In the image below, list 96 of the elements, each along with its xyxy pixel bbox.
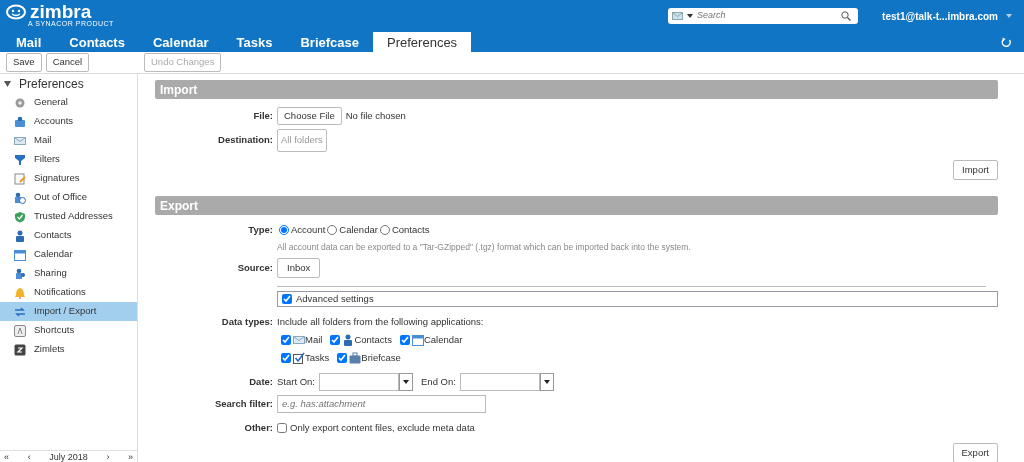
sidebar-item[interactable]: Zimlets [0,340,137,359]
bell-icon [14,286,26,299]
folder-picker-button[interactable]: Inbox [277,257,321,278]
sidebar-item[interactable]: Mail [0,131,137,150]
radio-button[interactable] [279,224,289,235]
sidebar-item[interactable]: Accounts [0,112,137,131]
previous-year-button[interactable]: « [4,451,9,462]
logo-text: zimbra [30,2,92,22]
field-label: Search filter: [213,396,274,411]
field-label: End On: [421,374,456,389]
radio-label[interactable]: Contacts [391,222,430,237]
sidebar-item[interactable]: Contacts [0,226,137,245]
sidebar-item[interactable]: Out of Office [0,188,137,207]
save-button[interactable]: Save [6,53,42,72]
search-bar[interactable]: Search [668,8,859,24]
checkbox[interactable] [281,352,291,363]
shield-icon [14,210,26,223]
logo-icon [6,3,26,20]
caret-icon[interactable] [687,14,694,18]
checkbox-label[interactable]: Only export content files, exclude meta data [290,420,475,435]
caret-icon[interactable] [403,379,409,384]
nav-tab[interactable]: Tasks [222,32,287,52]
field-label: Type: [247,222,274,237]
search-icon[interactable] [841,11,852,21]
tree-title[interactable]: Preferences [19,74,84,93]
filter-icon [14,153,26,166]
checkbox[interactable] [337,352,348,363]
nav-tab[interactable]: Contacts [55,32,139,52]
calendar-icon [411,334,424,347]
import-button[interactable]: Import [953,159,998,180]
sidebar-item[interactable]: Calendar [0,245,137,264]
nav-tab[interactable]: Calendar [138,32,223,52]
checkbox-label[interactable]: Calendar [423,333,463,348]
sidebar-item[interactable]: Notifications [0,283,137,302]
zimlet-icon [14,343,26,356]
choose-file-button[interactable]: Choose File [277,107,342,126]
checkbox[interactable] [277,422,287,433]
field-label: File: [252,109,274,123]
section-header: Export [155,195,998,215]
export-button[interactable]: Export [952,443,998,462]
user-menu[interactable]: test1@talk-t...imbra.com [882,8,998,24]
radio-button[interactable] [327,224,338,235]
refresh-icon[interactable] [1001,37,1012,48]
checkbox-label[interactable]: Briefcase [361,350,401,365]
envelope-icon [293,334,305,347]
next-month-button[interactable]: › [106,451,110,462]
checkbox-label[interactable]: Advanced settings [296,291,374,307]
field-label: Source: [236,260,274,275]
radio-button[interactable] [379,224,390,235]
checklist-icon [293,351,305,364]
sidebar-item[interactable]: Import / Export [0,302,137,321]
checkbox[interactable] [399,335,410,346]
sidebar-item[interactable]: General [0,93,137,112]
field-label: Start On: [277,374,315,389]
previous-month-button[interactable]: ‹ [27,451,31,462]
gear-icon [14,96,26,109]
checkbox[interactable] [281,335,291,346]
calendar-icon [14,248,26,261]
field-label: Destination: [217,133,274,148]
radio-label[interactable]: Account [291,222,326,237]
keyboard-key-icon [14,324,26,337]
search-filter-field[interactable]: e.g. has:attachment [277,394,486,413]
signature-icon [14,172,26,185]
field-label: Other: [243,420,274,435]
help-text: All account data can be exported to a "Tar-GZipped" (.tgz) format which can be imported back into the system. [277,241,691,254]
section-header: Import [155,80,998,99]
arrows-icon [14,305,26,318]
nav-tab[interactable]: Preferences [373,32,472,52]
sidebar-item[interactable]: Shortcuts [0,321,137,340]
field-label: Data types: [220,315,274,329]
checkbox[interactable] [330,335,341,346]
checkbox-label[interactable]: Tasks [305,350,330,365]
end-date-field[interactable] [459,372,540,391]
file-status: No file chosen [345,109,406,123]
nav-tab[interactable]: Mail [2,32,56,52]
sidebar-item[interactable]: Signatures [0,169,137,188]
next-year-button[interactable]: » [128,451,133,462]
radio-label[interactable]: Calendar [339,222,378,237]
sidebar-item[interactable]: Filters [0,150,137,169]
month-title: July 2018 [49,451,88,462]
checkbox-label[interactable]: Contacts [354,333,392,348]
sidebar-item[interactable]: Trusted Addresses [0,207,137,226]
start-date-field[interactable] [319,372,399,391]
cancel-button[interactable]: Cancel [45,53,90,72]
caret-icon[interactable] [543,379,550,384]
field-label: Date: [248,374,274,389]
section-description: Include all folders from the following applications: [277,315,484,329]
checkbox-label[interactable]: Mail [305,333,323,348]
envelope-icon [14,134,26,147]
nav-tab[interactable]: Briefcase [286,32,373,52]
date-dropdown-button[interactable] [399,372,413,391]
sidebar-item[interactable]: Sharing [0,264,137,283]
people-icon [14,267,26,280]
collapse-arrow-icon[interactable] [4,80,11,87]
briefcase-icon [349,351,362,364]
checkbox[interactable] [282,294,292,304]
